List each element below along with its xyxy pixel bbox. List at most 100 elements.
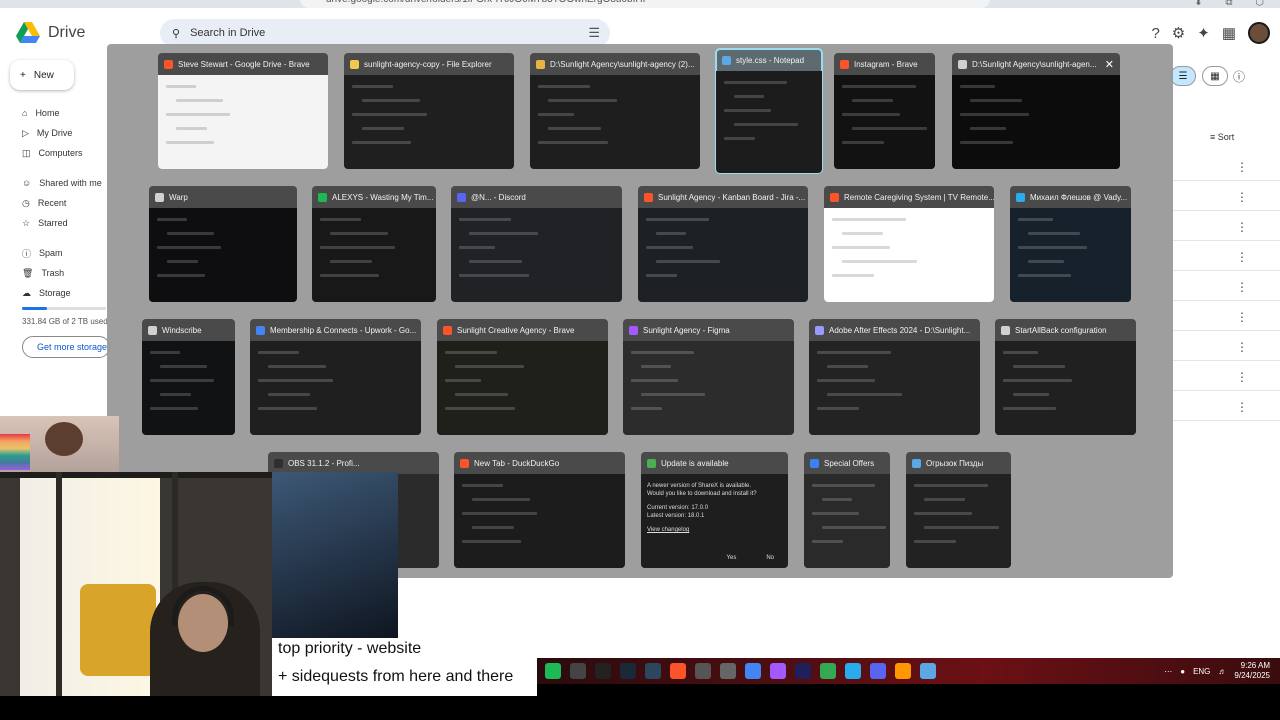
- more-actions-icon[interactable]: ⋮: [1236, 280, 1248, 294]
- app-icon[interactable]: [720, 663, 736, 679]
- more-actions-icon[interactable]: ⋮: [1236, 250, 1248, 264]
- grid-view-button[interactable]: ▦: [1202, 66, 1228, 86]
- sharex-yes-button[interactable]: Yes: [727, 554, 737, 562]
- more-actions-icon[interactable]: ⋮: [1236, 220, 1248, 234]
- overflow-icon[interactable]: ⋯: [1164, 667, 1172, 676]
- sharex-no-button[interactable]: No: [766, 554, 774, 562]
- gemini-icon[interactable]: ✦: [1197, 24, 1210, 42]
- more-actions-icon[interactable]: ⋮: [1236, 190, 1248, 204]
- preview-content-line: [724, 109, 771, 112]
- storage-usage-text: 331.84 GB of 2 TB used: [22, 317, 108, 326]
- sidebar-item-starred[interactable]: ☆ Starred: [0, 213, 106, 233]
- switcher-window-tile[interactable]: D:\Sunlight Agency\sunlight-agen... ✕: [952, 53, 1120, 169]
- switcher-window-tile[interactable]: style.css - Notepad: [715, 48, 823, 174]
- app-icon: [318, 192, 327, 202]
- switcher-window-tile[interactable]: Sunlight Agency - Kanban Board - Jira -.…: [638, 186, 808, 302]
- switcher-window-tile[interactable]: Adobe After Effects 2024 - D:\Sunlight..…: [809, 319, 980, 435]
- chrome-alt-icon[interactable]: [820, 663, 836, 679]
- volume-icon[interactable]: ♬: [1218, 667, 1226, 676]
- obs-icon[interactable]: [595, 663, 611, 679]
- sidebar-item-shared[interactable]: ☺ Shared with me: [0, 173, 106, 193]
- notepad-icon[interactable]: [920, 663, 936, 679]
- browser-toolbar-icons[interactable]: ⬇ ⧉ ⬡: [1194, 0, 1274, 8]
- switcher-window-tile[interactable]: Sunlight Agency - Figma: [623, 319, 794, 435]
- switcher-window-tile[interactable]: D:\Sunlight Agency\sunlight-agency (2)..…: [530, 53, 700, 169]
- preview-content-line: [1003, 351, 1038, 354]
- sharex-dialog-changelog[interactable]: View changelog: [647, 526, 782, 534]
- sidebar-item-spam[interactable]: ⓘ Spam: [0, 243, 106, 263]
- switcher-window-tile[interactable]: Remote Caregiving System | TV Remote...: [824, 186, 994, 302]
- more-actions-icon[interactable]: ⋮: [1236, 310, 1248, 324]
- spotify-icon[interactable]: [545, 663, 561, 679]
- drive-logo[interactable]: Drive: [16, 22, 85, 44]
- switcher-window-tile[interactable]: Special Offers: [804, 452, 890, 568]
- computers-icon: ◫: [22, 147, 31, 158]
- switcher-window-tile[interactable]: Sunlight Creative Agency - Brave: [437, 319, 608, 435]
- preview-content-line: [445, 351, 497, 354]
- preview-content-line: [817, 379, 875, 382]
- after-effects-icon[interactable]: [795, 663, 811, 679]
- new-button[interactable]: + New: [10, 60, 74, 90]
- sidebar-item-recent[interactable]: ◷ Recent: [0, 193, 106, 213]
- clock[interactable]: 9:26 AM 9/24/2025: [1234, 661, 1270, 681]
- switcher-window-tile[interactable]: Update is available A newer version of Sh…: [641, 452, 788, 568]
- window-preview: [454, 474, 625, 568]
- more-actions-icon[interactable]: ⋮: [1236, 370, 1248, 384]
- sort-button[interactable]: ≡ Sort: [1210, 132, 1234, 142]
- spam-icon: ⓘ: [22, 248, 32, 259]
- more-actions-icon[interactable]: ⋮: [1236, 340, 1248, 354]
- app-icon: [350, 59, 359, 69]
- info-icon[interactable]: ⓘ: [1233, 68, 1245, 85]
- switcher-window-tile[interactable]: Огрызок Пизды: [906, 452, 1011, 568]
- switcher-window-tile[interactable]: Steve Stewart - Google Drive - Brave: [158, 53, 328, 169]
- discord-icon[interactable]: [870, 663, 886, 679]
- microphone-icon[interactable]: ●: [1180, 667, 1185, 676]
- brave-icon[interactable]: [670, 663, 686, 679]
- telegram-icon[interactable]: [845, 663, 861, 679]
- steam-icon[interactable]: [620, 663, 636, 679]
- preview-content-line: [914, 484, 988, 487]
- sidebar-item-label: Computers: [38, 148, 83, 158]
- switcher-window-tile[interactable]: sunlight-agency-copy - File Explorer: [344, 53, 514, 169]
- switcher-window-tile[interactable]: @N... - Discord: [451, 186, 622, 302]
- preview-content-line: [924, 498, 965, 501]
- list-view-button[interactable]: ☰: [1170, 66, 1196, 86]
- switcher-window-tile[interactable]: StartAllBack configuration: [995, 319, 1136, 435]
- steam-alt-icon[interactable]: [645, 663, 661, 679]
- switcher-window-title: Михаил Флешов @ Vady...: [1030, 192, 1128, 202]
- switcher-window-title-bar: Update is available: [641, 452, 788, 474]
- apps-grid-icon[interactable]: ▦: [1222, 24, 1236, 42]
- more-actions-icon[interactable]: ⋮: [1236, 160, 1248, 174]
- address-bar[interactable]: drive.google.com/drive/folders/1iFGrx-IT…: [300, 0, 990, 8]
- sidebar-item-home[interactable]: ⌂ Home: [0, 103, 106, 123]
- switcher-window-title-bar: Adobe After Effects 2024 - D:\Sunlight..…: [809, 319, 980, 341]
- switcher-window-tile[interactable]: Instagram - Brave: [834, 53, 935, 169]
- help-icon[interactable]: ?: [1151, 25, 1159, 42]
- switcher-window-title: D:\Sunlight Agency\sunlight-agency (2)..…: [550, 59, 695, 69]
- figma-icon[interactable]: [770, 663, 786, 679]
- search-options-icon[interactable]: ☰: [588, 25, 600, 41]
- search-input[interactable]: ⚲ Search in Drive ☰: [160, 19, 610, 47]
- avatar[interactable]: [1248, 22, 1270, 44]
- more-actions-icon[interactable]: ⋮: [1236, 400, 1248, 414]
- sidebar-item-storage[interactable]: ☁ Storage: [0, 283, 106, 303]
- preview-content-line: [268, 393, 310, 396]
- sidebar-item-trash[interactable]: 🗑 Trash: [0, 263, 106, 283]
- gear-icon[interactable]: ⚙: [1172, 24, 1185, 42]
- language-indicator[interactable]: ENG: [1193, 667, 1210, 676]
- app-icon[interactable]: [695, 663, 711, 679]
- switcher-window-tile[interactable]: Membership & Connects - Upwork - Go...: [250, 319, 421, 435]
- switcher-window-tile[interactable]: Windscribe: [142, 319, 235, 435]
- storage-usage-fill: [22, 307, 48, 310]
- switcher-window-tile[interactable]: New Tab - DuckDuckGo: [454, 452, 625, 568]
- switcher-window-tile[interactable]: Михаил Флешов @ Vady...: [1010, 186, 1131, 302]
- switcher-window-tile[interactable]: Warp: [149, 186, 297, 302]
- sidebar-item-my-drive[interactable]: ▷ My Drive: [0, 123, 106, 143]
- files-icon[interactable]: [570, 663, 586, 679]
- switcher-window-tile[interactable]: ALEXYS - Wasting My Tim...: [312, 186, 436, 302]
- sidebar-item-computers[interactable]: ◫ Computers: [0, 143, 106, 163]
- close-icon[interactable]: ✕: [1105, 58, 1114, 71]
- sublime-icon[interactable]: [895, 663, 911, 679]
- chrome-icon[interactable]: [745, 663, 761, 679]
- get-more-storage-button[interactable]: Get more storage: [22, 336, 110, 358]
